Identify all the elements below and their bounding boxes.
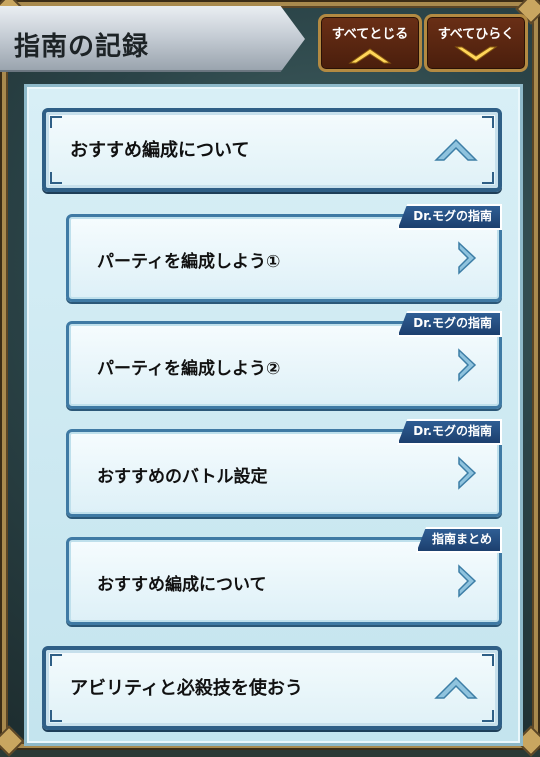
collapse-all-button[interactable]: すべてとじる bbox=[318, 14, 422, 72]
section-header-abilities[interactable]: アビリティと必殺技を使おう bbox=[42, 646, 502, 730]
page-title: 指南の記録 bbox=[14, 32, 150, 62]
item-tag: Dr.モグの指南 bbox=[397, 419, 502, 445]
list-item[interactable]: Dr.モグの指南 パーティを編成しよう① bbox=[66, 204, 502, 302]
item-tag: Dr.モグの指南 bbox=[397, 204, 502, 230]
chevron-up-icon bbox=[434, 134, 478, 166]
chevron-right-icon bbox=[455, 348, 479, 386]
chevron-right-icon bbox=[455, 456, 479, 494]
item-title: おすすめ編成について bbox=[97, 575, 267, 595]
item-title: おすすめのバトル設定 bbox=[97, 467, 268, 487]
section-header-recommended-party[interactable]: おすすめ編成について bbox=[42, 108, 502, 192]
list-item[interactable]: 指南まとめ おすすめ編成について bbox=[66, 527, 502, 625]
item-title: パーティを編成しよう② bbox=[97, 359, 281, 379]
corner-accent bbox=[482, 116, 494, 128]
chevron-right-icon bbox=[455, 241, 479, 279]
section-title: アビリティと必殺技を使おう bbox=[70, 678, 303, 699]
item-title: パーティを編成しよう① bbox=[97, 252, 281, 272]
item-tag: Dr.モグの指南 bbox=[397, 311, 502, 337]
list-item[interactable]: Dr.モグの指南 パーティを編成しよう② bbox=[66, 311, 502, 409]
corner-accent bbox=[50, 710, 62, 722]
item-tag: 指南まとめ bbox=[415, 527, 502, 553]
corner-accent bbox=[482, 710, 494, 722]
title-banner: 指南の記録 bbox=[0, 6, 305, 72]
corner-ornament bbox=[0, 725, 25, 757]
expand-all-button[interactable]: すべてひらく bbox=[424, 14, 528, 72]
chevron-right-icon bbox=[455, 564, 479, 602]
chevron-up-icon bbox=[434, 672, 478, 704]
collapse-all-label: すべてとじる bbox=[331, 27, 409, 42]
section-title: おすすめ編成について bbox=[70, 140, 250, 161]
corner-accent bbox=[50, 172, 62, 184]
expand-all-label: すべてひらく bbox=[437, 27, 515, 42]
corner-accent bbox=[482, 172, 494, 184]
corner-accent bbox=[482, 654, 494, 666]
chevron-up-icon bbox=[348, 45, 392, 69]
chevron-down-icon bbox=[454, 45, 498, 69]
window-frame: 指南の記録 すべてとじる すべてひらく おすすめ編成について Dr.モグの指南 … bbox=[0, 0, 540, 757]
corner-accent bbox=[50, 116, 62, 128]
list-item[interactable]: Dr.モグの指南 おすすめのバトル設定 bbox=[66, 419, 502, 517]
corner-accent bbox=[50, 654, 62, 666]
